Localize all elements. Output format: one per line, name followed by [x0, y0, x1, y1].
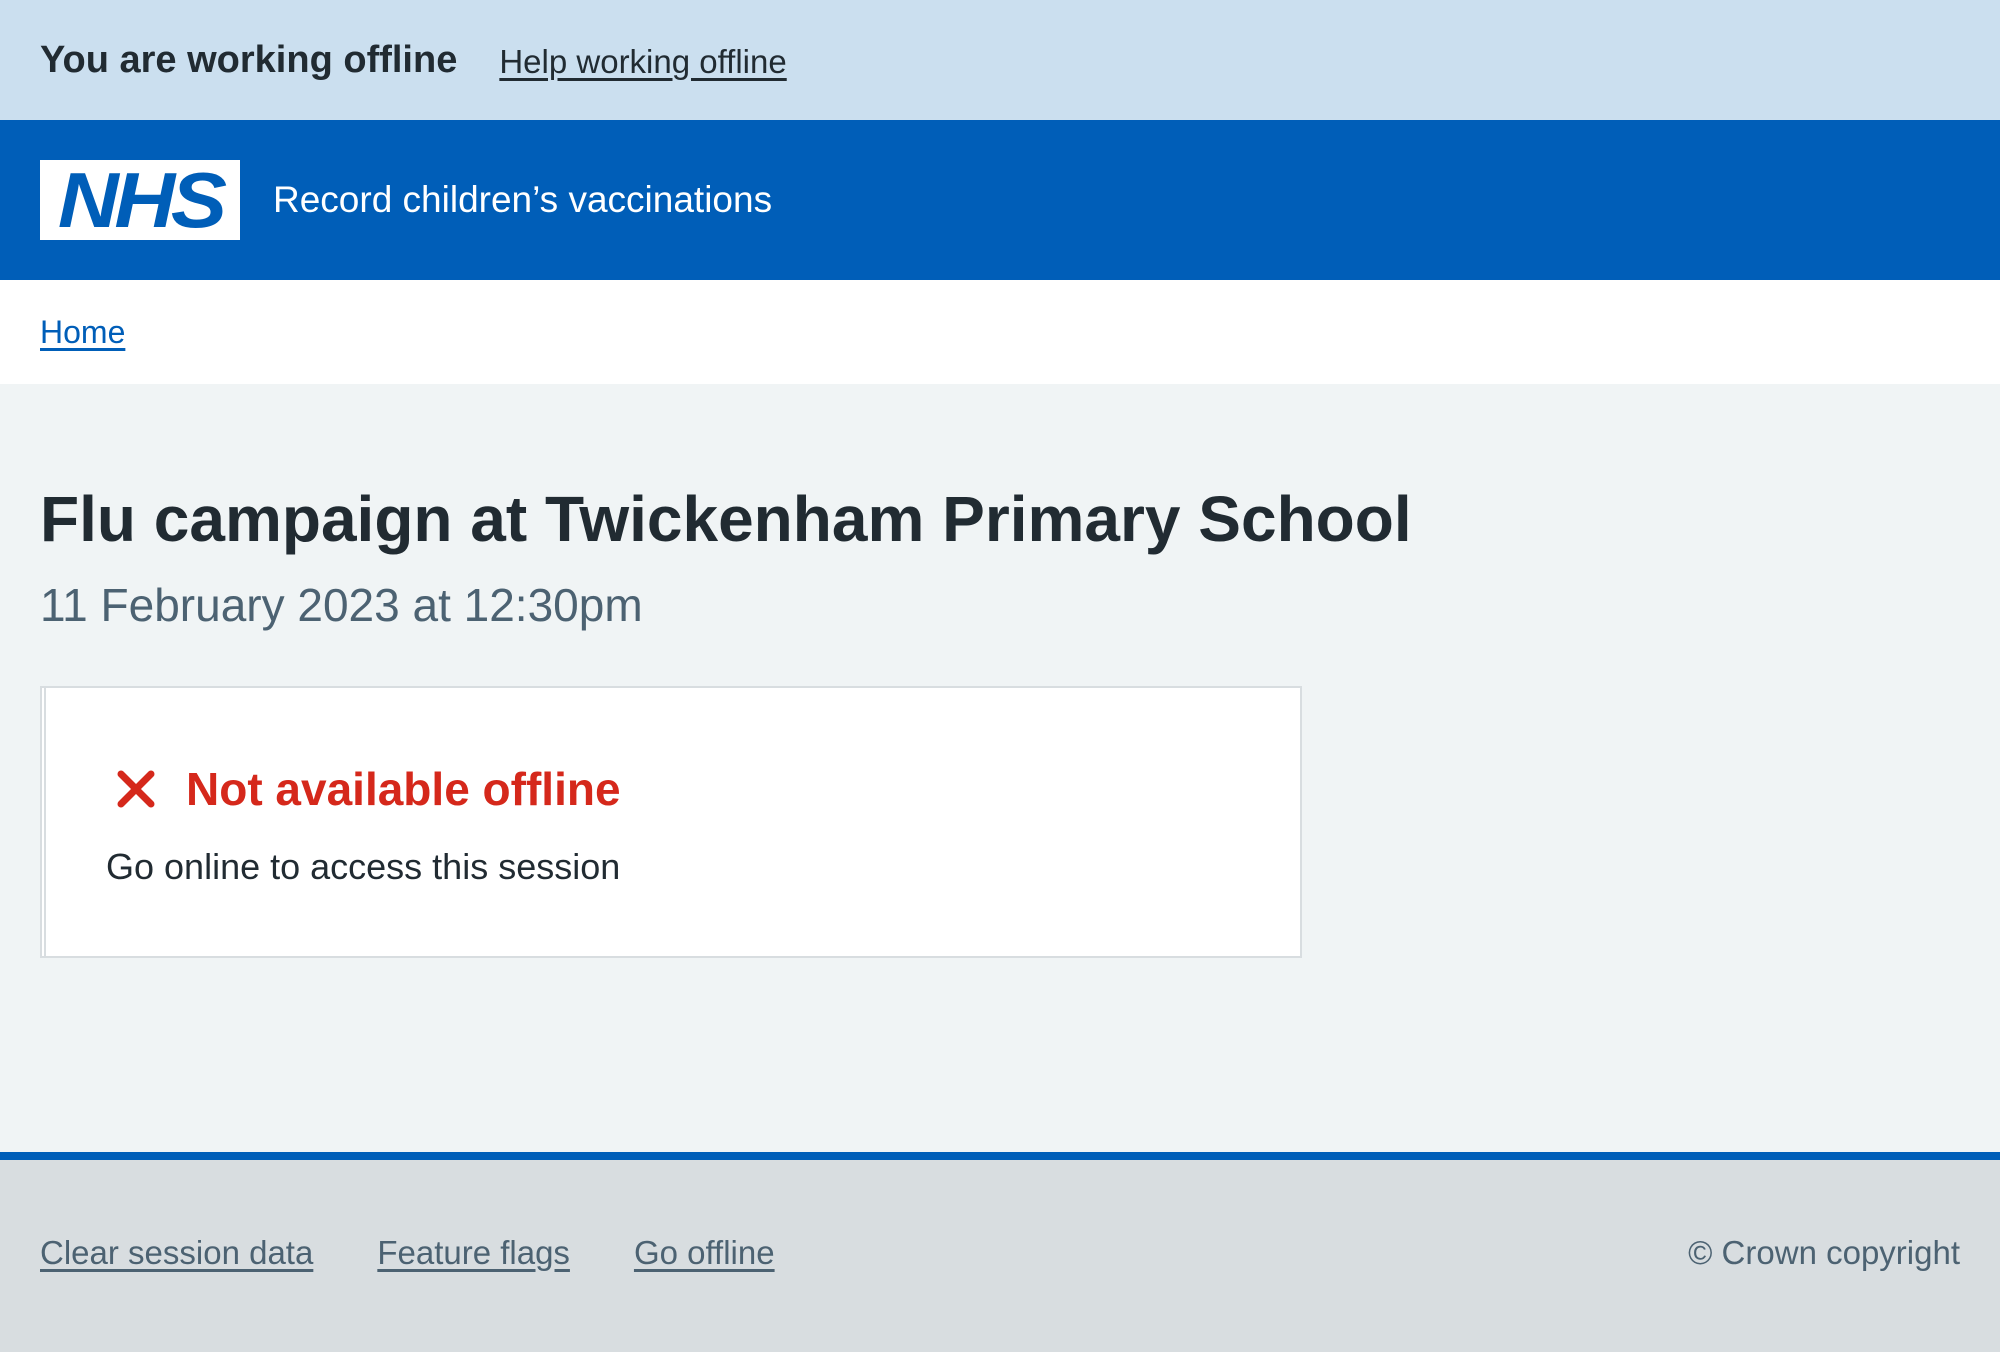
service-name[interactable]: Record children’s vaccinations [273, 179, 772, 221]
copyright: © Crown copyright [1688, 1234, 1960, 1271]
offline-status-card: Not available offline Go online to acces… [40, 686, 1302, 958]
page-title: Flu campaign at Twickenham Primary Schoo… [40, 483, 1412, 555]
site-footer: Clear session data Feature flags Go offl… [0, 1152, 2000, 1352]
feature-flags-link[interactable]: Feature flags [377, 1234, 570, 1272]
card-body: Go online to access this session [106, 846, 621, 887]
card-heading-text: Not available offline [186, 763, 621, 815]
card-heading: Not available offline [116, 762, 621, 816]
nhs-logo[interactable]: NHS [40, 160, 240, 240]
footer-links: Clear session data Feature flags Go offl… [40, 1234, 839, 1272]
offline-banner: You are working offline Help working off… [0, 0, 2000, 120]
site-header: NHS Record children’s vaccinations [0, 120, 2000, 280]
nhs-logo-text: NHS [57, 156, 227, 244]
breadcrumb: Home [0, 280, 2000, 384]
go-offline-link[interactable]: Go offline [634, 1234, 775, 1272]
offline-banner-title: You are working offline [40, 38, 458, 81]
clear-session-data-link[interactable]: Clear session data [40, 1234, 313, 1272]
breadcrumb-home-link[interactable]: Home [40, 314, 125, 351]
help-working-offline-link[interactable]: Help working offline [499, 43, 786, 81]
cross-icon [117, 770, 155, 808]
page-caption: 11 February 2023 at 12:30pm [40, 579, 643, 631]
